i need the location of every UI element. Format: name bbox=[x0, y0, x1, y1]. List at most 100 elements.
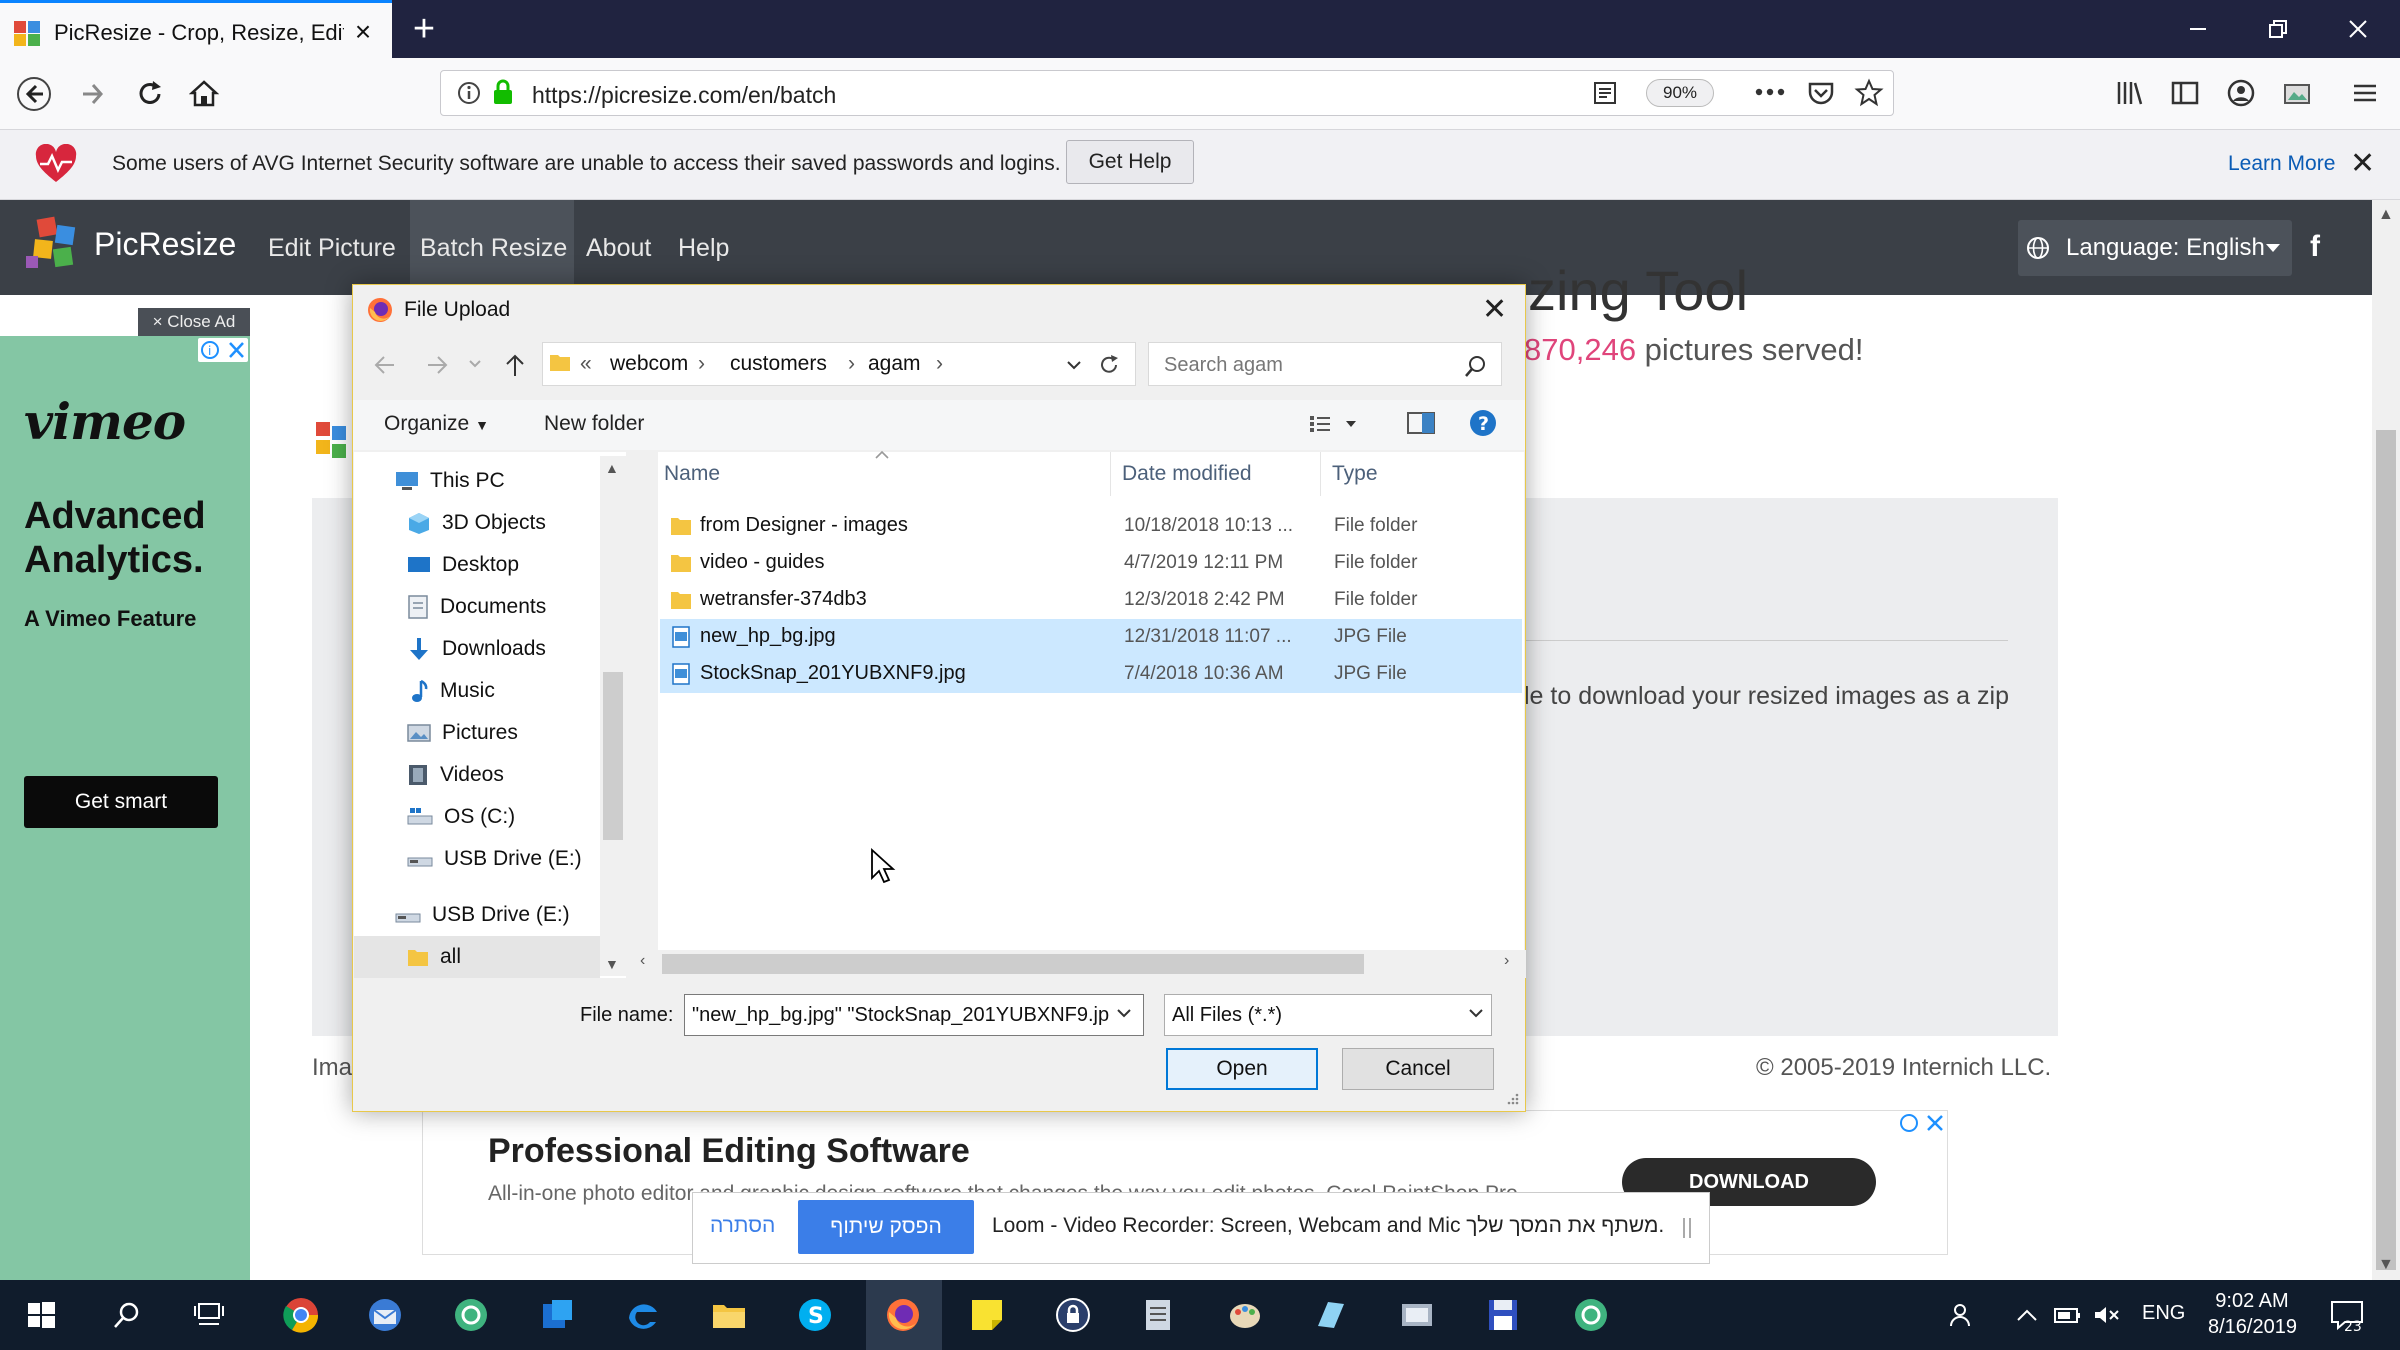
resize-grip-icon[interactable] bbox=[1506, 1092, 1520, 1106]
site-logo-text[interactable]: PicResize bbox=[94, 226, 236, 263]
loom-stop-sharing-button[interactable]: הפסק שיתוף bbox=[798, 1200, 974, 1254]
nav-batch-resize[interactable]: Batch Resize bbox=[420, 234, 567, 263]
restore-icon[interactable] bbox=[2238, 0, 2318, 58]
file-explorer-icon[interactable] bbox=[706, 1292, 752, 1338]
file-row[interactable]: wetransfer-374db3 12/3/2018 2:42 PM File f… bbox=[660, 582, 1522, 619]
picresize-logo-icon[interactable] bbox=[24, 212, 86, 274]
app-icon[interactable] bbox=[448, 1292, 494, 1338]
recent-locations-icon[interactable] bbox=[468, 358, 482, 370]
start-icon[interactable] bbox=[18, 1292, 64, 1338]
drag-handle-icon[interactable] bbox=[1680, 1216, 1694, 1240]
column-separator[interactable] bbox=[1320, 452, 1321, 496]
nav-item[interactable]: Downloads bbox=[354, 628, 600, 670]
ad-choices-icon[interactable] bbox=[1898, 1112, 1946, 1134]
bookmark-star-icon[interactable] bbox=[1854, 78, 1884, 108]
nav-item[interactable]: Pictures bbox=[354, 712, 600, 754]
app-icon[interactable] bbox=[1308, 1292, 1354, 1338]
app-icon[interactable] bbox=[534, 1292, 580, 1338]
file-name-dropdown-icon[interactable] bbox=[1116, 1008, 1132, 1018]
firefox-icon[interactable] bbox=[880, 1292, 926, 1338]
dialog-close-icon[interactable]: ✕ bbox=[1482, 292, 1507, 327]
input-language[interactable]: ENG bbox=[2142, 1302, 2185, 1325]
column-date-modified[interactable]: Date modified bbox=[1122, 462, 1252, 486]
pocket-icon[interactable] bbox=[1806, 78, 1836, 108]
nav-about[interactable]: About bbox=[586, 234, 651, 263]
file-row[interactable]: new_hp_bg.jpg 12/31/2018 11:07 ... JPG Fil… bbox=[660, 619, 1522, 656]
nav-item[interactable]: USB Drive (E:) bbox=[354, 894, 600, 936]
language-selector[interactable]: Language: English bbox=[2018, 220, 2292, 276]
navigation-pane[interactable]: This PC 3D Objects Desktop Documents Downloa… bbox=[354, 452, 626, 978]
scroll-left-icon[interactable]: ‹ bbox=[640, 952, 645, 970]
info-icon[interactable] bbox=[456, 80, 482, 106]
file-row[interactable]: from Designer - images 10/18/2018 10:13 .… bbox=[660, 508, 1522, 545]
organize-menu[interactable]: Organize ▼ bbox=[384, 412, 489, 436]
file-name-value[interactable]: "new_hp_bg.jpg" "StockSnap_201YUBXNF9.jp… bbox=[692, 1004, 1110, 1027]
file-row[interactable]: video - guides 4/7/2019 12:11 PM File fold… bbox=[660, 545, 1522, 582]
nav-item[interactable]: Desktop bbox=[354, 544, 600, 586]
new-folder-button[interactable]: New folder bbox=[544, 412, 644, 436]
sticky-notes-icon[interactable] bbox=[964, 1292, 1010, 1338]
reader-view-icon[interactable] bbox=[1592, 80, 1618, 106]
sidebar-icon[interactable] bbox=[2170, 78, 2200, 108]
get-help-button[interactable]: Get Help bbox=[1066, 140, 1194, 184]
thunderbird-icon[interactable] bbox=[362, 1292, 408, 1338]
tab-close-icon[interactable]: × bbox=[348, 17, 378, 47]
nav-edit-picture[interactable]: Edit Picture bbox=[268, 234, 396, 263]
browser-tab[interactable]: PicResize - Crop, Resize, Edit im × bbox=[0, 0, 392, 58]
menu-icon[interactable] bbox=[2350, 78, 2380, 108]
address-dropdown-icon[interactable] bbox=[1066, 360, 1082, 370]
edge-icon[interactable] bbox=[620, 1292, 666, 1338]
volume-muted-icon[interactable] bbox=[2084, 1292, 2130, 1338]
account-icon[interactable] bbox=[2226, 78, 2256, 108]
nav-item[interactable]: Videos bbox=[354, 754, 600, 796]
help-icon[interactable]: ? bbox=[1468, 408, 1498, 438]
nav-item[interactable]: OS (C:) bbox=[354, 796, 600, 838]
app-icon[interactable] bbox=[1394, 1292, 1440, 1338]
dialog-forward-icon[interactable] bbox=[424, 352, 450, 378]
dialog-back-icon[interactable] bbox=[372, 352, 398, 378]
scroll-down-icon[interactable]: ▼ bbox=[2378, 1256, 2394, 1274]
cancel-button[interactable]: Cancel bbox=[1342, 1048, 1494, 1090]
extension-icon[interactable] bbox=[2282, 78, 2312, 108]
minimize-icon[interactable] bbox=[2158, 0, 2238, 58]
scroll-right-icon[interactable]: › bbox=[1504, 952, 1509, 970]
save-app-icon[interactable] bbox=[1480, 1292, 1526, 1338]
up-folder-icon[interactable] bbox=[502, 352, 528, 378]
page-scrollbar-thumb[interactable] bbox=[2376, 430, 2396, 1270]
breadcrumb-webcom[interactable]: webcom bbox=[610, 352, 688, 376]
nav-item[interactable]: This PC bbox=[354, 460, 600, 502]
task-view-icon[interactable] bbox=[186, 1292, 232, 1338]
column-separator[interactable] bbox=[1110, 452, 1111, 496]
ad-choices-icon[interactable]: i bbox=[198, 338, 248, 362]
refresh-icon[interactable] bbox=[1096, 352, 1122, 378]
clock[interactable]: 9:02 AM 8/16/2019 bbox=[2208, 1288, 2297, 1340]
breadcrumb-customers[interactable]: customers bbox=[730, 352, 827, 376]
learn-more-link[interactable]: Learn More bbox=[2228, 152, 2335, 176]
library-icon[interactable] bbox=[2114, 78, 2144, 108]
document-app-icon[interactable] bbox=[1136, 1292, 1182, 1338]
breadcrumb-separator-icon[interactable]: › bbox=[848, 352, 855, 376]
get-smart-button[interactable]: Get smart bbox=[24, 776, 218, 828]
back-icon[interactable] bbox=[16, 76, 52, 112]
forward-icon[interactable] bbox=[76, 76, 112, 112]
chrome-icon[interactable] bbox=[278, 1292, 324, 1338]
close-ad-button[interactable]: × Close Ad bbox=[138, 308, 250, 336]
nav-item[interactable]: all bbox=[354, 936, 600, 978]
nav-item[interactable]: Documents bbox=[354, 586, 600, 628]
loom-hide-link[interactable]: הסתרה bbox=[710, 1214, 775, 1238]
nav-scroll-up-icon[interactable]: ▲ bbox=[605, 460, 619, 476]
file-row[interactable]: StockSnap_201YUBXNF9.jpg 7/4/2018 10:36 A… bbox=[660, 656, 1522, 693]
chevron-down-icon[interactable] bbox=[1468, 1008, 1484, 1018]
app-icon[interactable] bbox=[1568, 1292, 1614, 1338]
breadcrumb-separator-icon[interactable]: › bbox=[698, 352, 705, 376]
facebook-icon[interactable]: f bbox=[2310, 230, 2320, 264]
page-actions-icon[interactable] bbox=[1754, 86, 1786, 98]
reload-icon[interactable] bbox=[132, 76, 168, 112]
scroll-up-icon[interactable]: ▲ bbox=[2378, 206, 2394, 224]
zoom-level[interactable]: 90% bbox=[1646, 79, 1714, 107]
nav-item[interactable]: Music bbox=[354, 670, 600, 712]
window-close-icon[interactable] bbox=[2318, 0, 2398, 58]
search-icon[interactable] bbox=[104, 1292, 150, 1338]
search-icon[interactable] bbox=[1464, 354, 1488, 378]
home-icon[interactable] bbox=[186, 76, 222, 112]
